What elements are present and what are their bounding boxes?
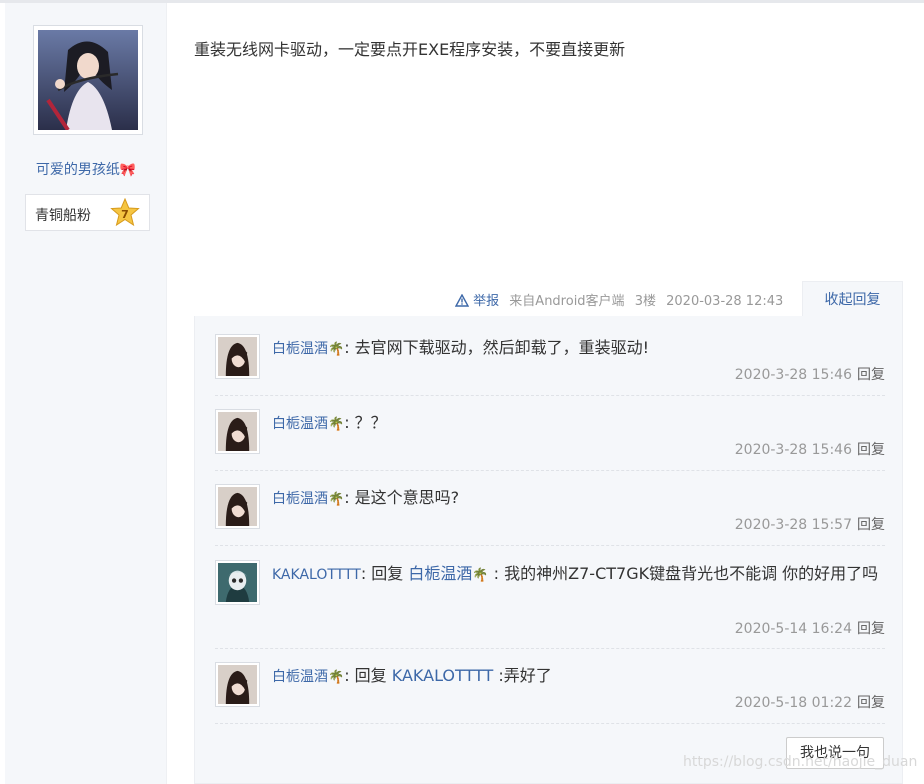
reply-text: 是这个意思吗? bbox=[354, 488, 460, 507]
palm-tree-icon: 🌴 bbox=[328, 492, 345, 507]
post-datetime: 2020-03-28 12:43 bbox=[666, 294, 784, 309]
list-item: 白栀温酒🌴: 回复 KAKALOTTTT :弄好了 2020-5-18 01:2… bbox=[215, 662, 885, 724]
avatar[interactable] bbox=[215, 484, 260, 529]
user-avatar-image bbox=[218, 337, 257, 376]
reply-list: 白栀温酒🌴: 去官网下载驱动，然后卸载了，重装驱动! 2020-3-28 15:… bbox=[194, 316, 903, 784]
user-avatar-image bbox=[218, 487, 257, 526]
report-link[interactable]: 举报 bbox=[455, 294, 503, 309]
post-source: 来自Android客户端 bbox=[509, 294, 625, 309]
watermark: https://blog.csdn.net/haojie_duan bbox=[683, 754, 918, 770]
reply-time: 2020-3-28 15:46 bbox=[734, 442, 852, 458]
reply-prefix: 回复 bbox=[371, 564, 409, 583]
palm-tree-icon: 🌴 bbox=[328, 670, 345, 685]
post-floor: 3楼 bbox=[634, 294, 656, 309]
bow-icon: 🎀 bbox=[119, 163, 137, 178]
palm-tree-icon: 🌴 bbox=[328, 342, 345, 357]
reply-time: 2020-5-14 16:24 bbox=[734, 621, 852, 637]
reply-time: 2020-3-28 15:46 bbox=[734, 367, 852, 383]
reply-meta: 2020-3-28 15:46 回复 bbox=[735, 439, 885, 459]
reply-text: ？？ bbox=[354, 413, 387, 432]
report-label[interactable]: 举报 bbox=[473, 294, 499, 309]
collapse-replies-button[interactable]: 收起回复 bbox=[802, 281, 903, 318]
author-name[interactable]: 可爱的男孩纸🎀 bbox=[5, 159, 167, 179]
avatar[interactable] bbox=[215, 662, 260, 707]
reply-button[interactable]: 回复 bbox=[857, 517, 885, 533]
list-item: 白栀温酒🌴: ？？ 2020-3-28 15:46 回复 bbox=[215, 409, 885, 471]
reply-body: KAKALOTTTT: 回复 白栀温酒🌴 : 我的神州Z7-CT7GK键盘背光也… bbox=[272, 560, 882, 589]
user-avatar-image bbox=[218, 665, 257, 704]
reply-prefix: 回复 bbox=[354, 666, 392, 685]
reply-meta: 2020-3-28 15:57 回复 bbox=[735, 514, 885, 534]
reply-username[interactable]: 白栀温酒 bbox=[272, 341, 328, 357]
list-item: 白栀温酒🌴: 是这个意思吗? 2020-3-28 15:57 回复 bbox=[215, 484, 885, 546]
author-avatar[interactable] bbox=[33, 25, 143, 135]
reply-button[interactable]: 回复 bbox=[857, 442, 885, 458]
post-content: 重装无线网卡驱动，一定要点开EXE程序安装，不要直接更新 bbox=[194, 40, 626, 59]
author-sidebar: 可爱的男孩纸🎀 青铜船粉 7 bbox=[5, 3, 167, 784]
mention-link[interactable]: 白栀温酒 bbox=[408, 564, 472, 583]
reply-separator: : bbox=[344, 338, 355, 357]
reply-body: 白栀温酒🌴: ？？ bbox=[272, 409, 882, 438]
level-star-icon: 7 bbox=[110, 198, 140, 227]
reply-body: 白栀温酒🌴: 回复 KAKALOTTTT :弄好了 bbox=[272, 662, 882, 691]
rank-label: 青铜船粉 bbox=[35, 208, 91, 224]
reply-button[interactable]: 回复 bbox=[857, 367, 885, 383]
post-meta: 举报 来自Android客户端 3楼 2020-03-28 12:43 bbox=[455, 290, 784, 309]
reply-text: 去官网下载驱动，然后卸载了，重装驱动! bbox=[354, 338, 650, 357]
avatar[interactable] bbox=[215, 334, 260, 379]
list-item: KAKALOTTTT: 回复 白栀温酒🌴 : 我的神州Z7-CT7GK键盘背光也… bbox=[215, 560, 885, 649]
author-name-text[interactable]: 可爱的男孩纸 bbox=[36, 162, 120, 178]
reply-separator: : bbox=[344, 666, 355, 685]
level-number: 7 bbox=[121, 208, 129, 221]
reply-button[interactable]: 回复 bbox=[857, 621, 885, 637]
reply-meta: 2020-3-28 15:46 回复 bbox=[735, 364, 885, 384]
avatar[interactable] bbox=[215, 560, 260, 605]
reply-username[interactable]: 白栀温酒 bbox=[272, 416, 328, 432]
reply-button[interactable]: 回复 bbox=[857, 695, 885, 711]
reply-text: : 我的神州Z7-CT7GK键盘背光也不能调 你的好用了吗 bbox=[488, 564, 879, 583]
reply-text: :弄好了 bbox=[493, 666, 552, 685]
reply-time: 2020-3-28 15:57 bbox=[734, 517, 852, 533]
user-avatar-image bbox=[218, 412, 257, 451]
palm-tree-icon: 🌴 bbox=[472, 568, 489, 583]
author-avatar-image bbox=[38, 30, 138, 132]
rank-badge[interactable]: 青铜船粉 7 bbox=[25, 194, 150, 231]
mention-link[interactable]: KAKALOTTTT bbox=[392, 666, 494, 685]
reply-body: 白栀温酒🌴: 去官网下载驱动，然后卸载了，重装驱动! bbox=[272, 334, 882, 363]
reply-separator: : bbox=[344, 488, 355, 507]
reply-separator: : bbox=[344, 413, 355, 432]
reply-meta: 2020-5-18 01:22 回复 bbox=[735, 692, 885, 712]
reply-separator: : bbox=[360, 564, 372, 583]
reply-time: 2020-5-18 01:22 bbox=[734, 695, 852, 711]
palm-tree-icon: 🌴 bbox=[328, 417, 345, 432]
reply-username[interactable]: 白栀温酒 bbox=[272, 491, 328, 507]
reply-meta: 2020-5-14 16:24 回复 bbox=[735, 618, 885, 638]
user-avatar-image bbox=[218, 563, 257, 602]
warning-icon bbox=[455, 294, 469, 307]
reply-body: 白栀温酒🌴: 是这个意思吗? bbox=[272, 484, 882, 513]
list-item: 白栀温酒🌴: 去官网下载驱动，然后卸载了，重装驱动! 2020-3-28 15:… bbox=[215, 334, 885, 396]
reply-username[interactable]: KAKALOTTTT bbox=[272, 567, 361, 583]
avatar[interactable] bbox=[215, 409, 260, 454]
reply-username[interactable]: 白栀温酒 bbox=[272, 669, 328, 685]
